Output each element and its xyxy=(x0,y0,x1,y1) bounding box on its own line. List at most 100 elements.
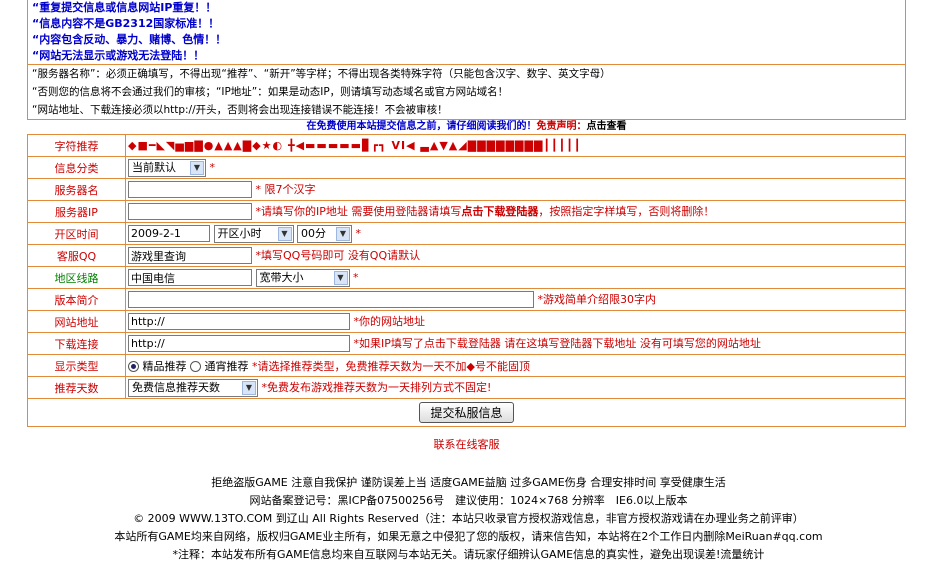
label-days: 推荐天数 xyxy=(27,376,126,399)
symbol-cell: ◆■━◣◥▅▆▇●▲▲▲▇◆★◐ ╋◀▬▬▬▬▬▊┏┓ VI◀ ▃▲▼▲◢▇▇▇… xyxy=(125,134,906,157)
warning-list: “重复提交信息或信息网站IP重复！！ “信息内容不是GB2312国家标准！！ “… xyxy=(27,0,906,64)
radio-overnight[interactable] xyxy=(190,361,201,372)
open-hour-select[interactable]: 开区小时 ▼ xyxy=(213,224,294,243)
warning-item: “信息内容不是GB2312国家标准！！ xyxy=(32,17,220,30)
contact-service-link[interactable]: 联系在线客服 xyxy=(27,436,906,452)
chevron-down-icon: ▼ xyxy=(336,226,350,241)
chevron-down-icon: ▼ xyxy=(277,226,292,241)
server-name-hint: * 限7个汉字 xyxy=(255,182,316,196)
label-category: 信息分类 xyxy=(27,156,126,179)
days-select[interactable]: 免费信息推荐天数 ▼ xyxy=(128,378,258,397)
submit-button[interactable]: 提交私服信息 xyxy=(419,402,514,423)
category-selected: 当前默认 xyxy=(132,160,176,174)
footer-line: *注释：本站发布所有GAME信息均来自互联网与本站无关。请玩家仔细辨认GAME信… xyxy=(172,548,765,561)
intro-cell: *游戏简单介绍限30字内 xyxy=(125,288,906,311)
display-hint: *请选择推荐类型，免费推荐天数为一天不加◆号不能固顶 xyxy=(252,359,530,373)
open-minute-select[interactable]: 00分 ▼ xyxy=(297,224,352,243)
warning-item: “内容包含反动、暴力、赌博、色情！！ xyxy=(32,33,227,46)
disclaimer-link[interactable]: 点击查看 xyxy=(587,121,627,132)
label-qq: 客服QQ xyxy=(27,244,126,267)
category-select[interactable]: 当前默认 ▼ xyxy=(128,158,206,177)
qq-cell: *填写QQ号码即可 没有QQ请默认 xyxy=(125,244,906,267)
qq-input[interactable] xyxy=(128,247,252,265)
rule-item: “服务器名称”：必须正确填写，不得出现“推荐”、“新开”等字样；不得出现各类特殊… xyxy=(32,68,611,80)
disclaimer-label: 免责声明： xyxy=(536,121,587,132)
open-time-star: * xyxy=(355,226,362,240)
server-ip-hint: *请填写你的IP地址 需要使用登陆器请填写点击下载登陆器，按照指定字样填写，否则… xyxy=(256,205,715,218)
rule-item: “否则您的信息将不会通过我们的审核；“IP地址”：如果是动态IP，则请填写动态域… xyxy=(32,86,509,98)
intro-hint: *游戏简单介绍限30字内 xyxy=(537,292,657,306)
days-hint: *免费发布游戏推荐天数为一天排列方式不固定! xyxy=(261,380,492,394)
label-display: 显示类型 xyxy=(27,354,126,377)
form-row-days: 推荐天数 免费信息推荐天数 ▼ *免费发布游戏推荐天数为一天排列方式不固定! xyxy=(27,376,906,399)
form-row-symbol: 字符推荐 ◆■━◣◥▅▆▇●▲▲▲▇◆★◐ ╋◀▬▬▬▬▬▊┏┓ VI◀ ▃▲▼… xyxy=(27,134,906,157)
open-hour-selected: 开区小时 xyxy=(217,226,262,240)
label-download: 下载连接 xyxy=(27,332,126,355)
footer-line: © 2009 WWW.13TO.COM 到辽山 All Rights Reser… xyxy=(133,512,804,525)
server-ip-hint-tail: ，按照指定字样填写，否则将删除！ xyxy=(538,204,715,218)
chevron-down-icon: ▼ xyxy=(242,380,256,395)
server-ip-cell: *请填写你的IP地址 需要使用登陆器请填写点击下载登陆器，按照指定字样填写，否则… xyxy=(125,200,906,223)
form-row-category: 信息分类 当前默认 ▼ * xyxy=(27,156,906,179)
bandwidth-select[interactable]: 宽带大小 ▼ xyxy=(255,268,350,287)
download-launcher-link[interactable]: 点击下载登陆器 xyxy=(461,205,538,218)
radio-premium[interactable] xyxy=(128,361,139,372)
warning-item: “重复提交信息或信息网站IP重复！！ xyxy=(32,1,217,14)
server-name-cell: * 限7个汉字 xyxy=(125,178,906,201)
bandwidth-selected: 宽带大小 xyxy=(259,270,304,284)
form-row-server-name: 服务器名 * 限7个汉字 xyxy=(27,178,906,201)
label-server-name: 服务器名 xyxy=(27,178,126,201)
form-row-qq: 客服QQ *填写QQ号码即可 没有QQ请默认 xyxy=(27,244,906,267)
days-selected: 免费信息推荐天数 xyxy=(132,380,220,394)
open-minute-selected: 00分 xyxy=(301,226,326,240)
label-intro: 版本简介 xyxy=(27,288,126,311)
form-row-submit: 提交私服信息 xyxy=(27,398,906,427)
label-site: 网站地址 xyxy=(27,310,126,333)
server-name-input[interactable] xyxy=(128,181,252,199)
download-cell: *如果IP填写了点击下载登陆器 请在这填写登陆器下载地址 没有可填写您的网站地址 xyxy=(125,332,906,355)
rule-item: “网站地址、下载连接必须以http://开头，否则将会出现连接错误不能连接！不会… xyxy=(32,104,448,116)
form-row-server-ip: 服务器IP *请填写你的IP地址 需要使用登陆器请填写点击下载登陆器，按照指定字… xyxy=(27,200,906,223)
footer-line: 拒绝盗版GAME 注意自我保护 谨防误差上当 适度GAME益脑 过多GAME伤身… xyxy=(211,476,726,489)
display-cell: 精品推荐 通宵推荐 *请选择推荐类型，免费推荐天数为一天不加◆号不能固顶 xyxy=(125,354,906,377)
footer-line: 网站备案登记号：黑ICP备07500256号 建议使用：1024×768 分辨率… xyxy=(249,494,688,507)
footer-line: 本站所有GAME均来自网络，版权归GAME业主所有，如果无意之中侵犯了您的版权，… xyxy=(114,530,823,543)
radio-premium-label: 精品推荐 xyxy=(142,359,187,373)
submit-form: 字符推荐 ◆■━◣◥▅▆▇●▲▲▲▇◆★◐ ╋◀▬▬▬▬▬▊┏┓ VI◀ ▃▲▼… xyxy=(27,134,906,427)
download-input[interactable] xyxy=(128,335,350,353)
symbol-chars[interactable]: ◆■━◣◥▅▆▇●▲▲▲▇◆★◐ ╋◀▬▬▬▬▬▊┏┓ VI◀ ▃▲▼▲◢▇▇▇… xyxy=(128,139,582,152)
open-date-input[interactable] xyxy=(128,225,210,242)
site-hint: *你的网站地址 xyxy=(353,314,426,328)
server-ip-hint-text: *请填写你的IP地址 需要使用登陆器请填写 xyxy=(255,204,462,218)
page-container: “重复提交信息或信息网站IP重复！！ “信息内容不是GB2312国家标准！！ “… xyxy=(27,0,906,452)
form-row-download: 下载连接 *如果IP填写了点击下载登陆器 请在这填写登陆器下载地址 没有可填写您… xyxy=(27,332,906,355)
download-hint: *如果IP填写了点击下载登陆器 请在这填写登陆器下载地址 没有可填写您的网站地址 xyxy=(353,336,761,350)
site-cell: *你的网站地址 xyxy=(125,310,906,333)
label-line: 地区线路 xyxy=(27,266,126,289)
radio-overnight-label: 通宵推荐 xyxy=(204,359,249,373)
rule-list: “服务器名称”：必须正确填写，不得出现“推荐”、“新开”等字样；不得出现各类特殊… xyxy=(27,64,906,120)
submit-cell: 提交私服信息 xyxy=(27,398,906,427)
label-symbol: 字符推荐 xyxy=(27,134,126,157)
line-input[interactable] xyxy=(128,269,252,286)
form-row-site: 网站地址 *你的网站地址 xyxy=(27,310,906,333)
label-server-ip: 服务器IP xyxy=(27,200,126,223)
days-cell: 免费信息推荐天数 ▼ *免费发布游戏推荐天数为一天排列方式不固定! xyxy=(125,376,906,399)
site-input[interactable] xyxy=(128,313,350,331)
form-row-line: 地区线路 宽带大小 ▼ * xyxy=(27,266,906,289)
chevron-down-icon: ▼ xyxy=(190,160,204,175)
intro-input[interactable] xyxy=(128,291,534,309)
footer: 拒绝盗版GAME 注意自我保护 谨防误差上当 适度GAME益脑 过多GAME伤身… xyxy=(0,474,937,564)
form-row-display: 显示类型 精品推荐 通宵推荐 *请选择推荐类型，免费推荐天数为一天不加◆号不能固… xyxy=(27,354,906,377)
server-ip-input[interactable] xyxy=(128,203,252,221)
warning-item: “网站无法显示或游戏无法登陆！！ xyxy=(32,49,205,62)
line-cell: 宽带大小 ▼ * xyxy=(125,266,906,289)
form-row-intro: 版本简介 *游戏简单介绍限30字内 xyxy=(27,288,906,311)
open-time-cell: 开区小时 ▼ 00分 ▼ * xyxy=(125,222,906,245)
category-star: * xyxy=(209,160,216,174)
line-star: * xyxy=(353,270,359,284)
form-row-open-time: 开区时间 开区小时 ▼ 00分 ▼ * xyxy=(27,222,906,245)
chevron-down-icon: ▼ xyxy=(333,270,348,285)
disclaimer-text: 在免费使用本站提交信息之前，请仔细阅读我们的！ xyxy=(306,121,537,132)
qq-hint: *填写QQ号码即可 没有QQ请默认 xyxy=(255,248,421,262)
